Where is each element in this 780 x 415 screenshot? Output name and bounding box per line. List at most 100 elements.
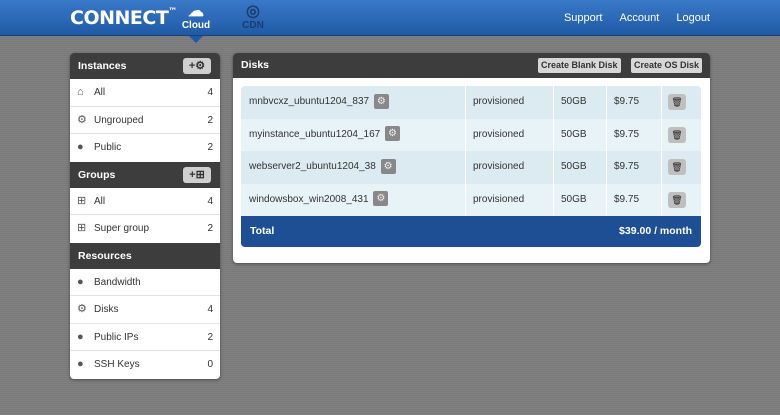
add-instance-button[interactable]: +⚙ (183, 58, 211, 74)
table-row: myinstance_ubuntu1204_167 ⚙ provisioned … (241, 118, 701, 152)
sidebar-item-count: 4 (207, 195, 213, 207)
logo-text: CONNECT (70, 7, 169, 29)
globe-icon: ● (77, 141, 84, 153)
settings-gear-icon[interactable]: ⚙ (373, 191, 389, 207)
panel-title: Disks (241, 59, 270, 71)
disk-name: webserver2_ubuntu1204_38 (249, 161, 376, 172)
disk-size: 50GB (554, 118, 607, 151)
logo[interactable]: CONNECT™ (70, 7, 177, 29)
settings-gear-icon[interactable]: ⚙ (373, 93, 389, 109)
settings-gear-icon[interactable]: ⚙ (380, 158, 396, 174)
groups-title: Groups (78, 168, 116, 181)
resources-title: Resources (78, 249, 132, 262)
disk-size: 50GB (554, 183, 607, 216)
cdn-icon: ◎ (246, 3, 260, 20)
sidebar-item-count: 4 (207, 87, 213, 98)
account-link[interactable]: Account (620, 12, 660, 24)
sidebar-item-count: 0 (207, 359, 213, 370)
sidebar-item-disks[interactable]: ⚙ Disks 4 (70, 296, 220, 324)
sidebar-item-label: All (94, 87, 106, 98)
disk-status: provisioned (466, 86, 554, 119)
gears-icon: ⚙ (77, 303, 87, 315)
disk-size: 50GB (554, 151, 607, 184)
sidebar-item-super-group[interactable]: ⊞ Super group 2 (70, 215, 220, 243)
trash-icon[interactable]: 🗑 (668, 159, 686, 175)
sidebar-item-groups-all[interactable]: ⊞ All 4 (70, 188, 220, 215)
sidebar-item-label: Public (94, 142, 122, 153)
disk-name-cell: myinstance_ubuntu1204_167 ⚙ (241, 118, 466, 151)
trash-icon[interactable]: 🗑 (668, 126, 686, 143)
delete-cell: 🗑 (662, 119, 701, 152)
create-os-disk-button[interactable]: Create OS Disk (631, 58, 703, 73)
sidebar-item-ssh-keys[interactable]: ● SSH Keys 0 (70, 351, 220, 379)
disks-panel: Disks Create Blank Disk Create OS Disk m… (233, 53, 710, 263)
hierarchy-icon: ⊞ (195, 168, 205, 181)
disks-table: mnbvcxz_ubuntu1204_837 ⚙ provisioned 50G… (241, 86, 701, 247)
sidebar-item-public[interactable]: ● Public 2 (70, 134, 220, 162)
tab-cdn-label: CDN (242, 20, 264, 31)
top-links: Support Account Logout (550, 12, 710, 24)
disks-header: Disks Create Blank Disk Create OS Disk (233, 53, 710, 78)
sidebar-item-public-ips[interactable]: ● Public IPs 2 (70, 324, 220, 351)
delete-cell: 🗑 (662, 184, 701, 217)
delete-cell: 🗑 (662, 151, 701, 184)
instances-title: Instances (78, 60, 127, 72)
table-row: webserver2_ubuntu1204_38 ⚙ provisioned 5… (241, 151, 701, 184)
disk-size: 50GB (554, 86, 607, 119)
disk-name: windowsbox_win2008_431 (249, 193, 369, 205)
support-link[interactable]: Support (564, 12, 603, 24)
sidebar-item-count: 2 (207, 223, 213, 234)
sidebar-item-count: 2 (207, 142, 213, 153)
disk-name: myinstance_ubuntu1204_167 (249, 128, 381, 140)
active-tab-pointer (189, 36, 203, 43)
disk-price: $9.75 (607, 183, 662, 216)
disk-status: provisioned (466, 151, 554, 184)
instances-header: Instances +⚙ (70, 53, 220, 79)
groups-header: Groups +⊞ (70, 161, 220, 188)
settings-gear-icon[interactable]: ⚙ (385, 126, 400, 142)
disk-name: mnbvcxz_ubuntu1204_837 (249, 96, 370, 107)
top-bar: CONNECT™ ☁ Cloud ◎ CDN Support Account L… (0, 0, 780, 36)
disk-price: $9.75 (607, 86, 662, 119)
sidebar-item-instances-all[interactable]: ⌂ All 4 (70, 79, 220, 107)
sidebar-item-label: Bandwidth (94, 276, 141, 288)
logout-link[interactable]: Logout (676, 12, 710, 24)
disk-price: $9.75 (607, 151, 662, 184)
total-row: Total $39.00 / month (241, 216, 701, 247)
sidebar-item-label: Super group (94, 223, 150, 234)
trash-icon[interactable]: 🗑 (668, 94, 686, 110)
disk-status: provisioned (466, 118, 554, 151)
add-group-button[interactable]: +⊞ (183, 166, 211, 183)
globe-icon: ● (77, 330, 84, 343)
table-row: mnbvcxz_ubuntu1204_837 ⚙ provisioned 50G… (241, 86, 701, 119)
gears-icon: ⚙ (195, 60, 206, 72)
hierarchy-icon: ⊞ (77, 194, 87, 207)
disk-price: $9.75 (607, 118, 662, 151)
sidebar: Instances +⚙ ⌂ All 4 ⚙ Ungrouped 2 ● Pub… (70, 53, 220, 379)
disk-name-cell: mnbvcxz_ubuntu1204_837 ⚙ (241, 86, 466, 119)
gears-icon: ⚙ (77, 113, 87, 126)
resources-header: Resources (70, 242, 220, 269)
sidebar-item-label: SSH Keys (94, 359, 140, 370)
home-icon: ⌂ (77, 86, 84, 98)
sidebar-item-label: Disks (94, 304, 119, 315)
disk-status: provisioned (466, 183, 554, 216)
table-row: windowsbox_win2008_431 ⚙ provisioned 50G… (241, 183, 701, 217)
sidebar-item-label: Ungrouped (94, 114, 144, 126)
total-label: Total (250, 225, 275, 237)
hierarchy-icon: ⊞ (77, 222, 87, 234)
cloud-icon: ☁ (188, 3, 204, 20)
sidebar-item-count: 2 (207, 331, 213, 343)
sidebar-item-label: All (94, 195, 106, 207)
sidebar-item-ungrouped[interactable]: ⚙ Ungrouped 2 (70, 107, 220, 134)
create-blank-disk-button[interactable]: Create Blank Disk (538, 58, 621, 73)
total-value: $39.00 / month (619, 225, 692, 237)
sidebar-item-bandwidth[interactable]: ● Bandwidth (70, 269, 220, 296)
globe-icon: ● (77, 358, 84, 370)
tab-cdn[interactable]: ◎ CDN (231, 4, 275, 34)
disk-name-cell: webserver2_ubuntu1204_38 ⚙ (241, 151, 466, 184)
globe-icon: ● (77, 275, 84, 288)
tab-cloud[interactable]: ☁ Cloud (174, 4, 218, 34)
trash-icon[interactable]: 🗑 (668, 191, 686, 208)
sidebar-item-count: 2 (207, 114, 213, 126)
